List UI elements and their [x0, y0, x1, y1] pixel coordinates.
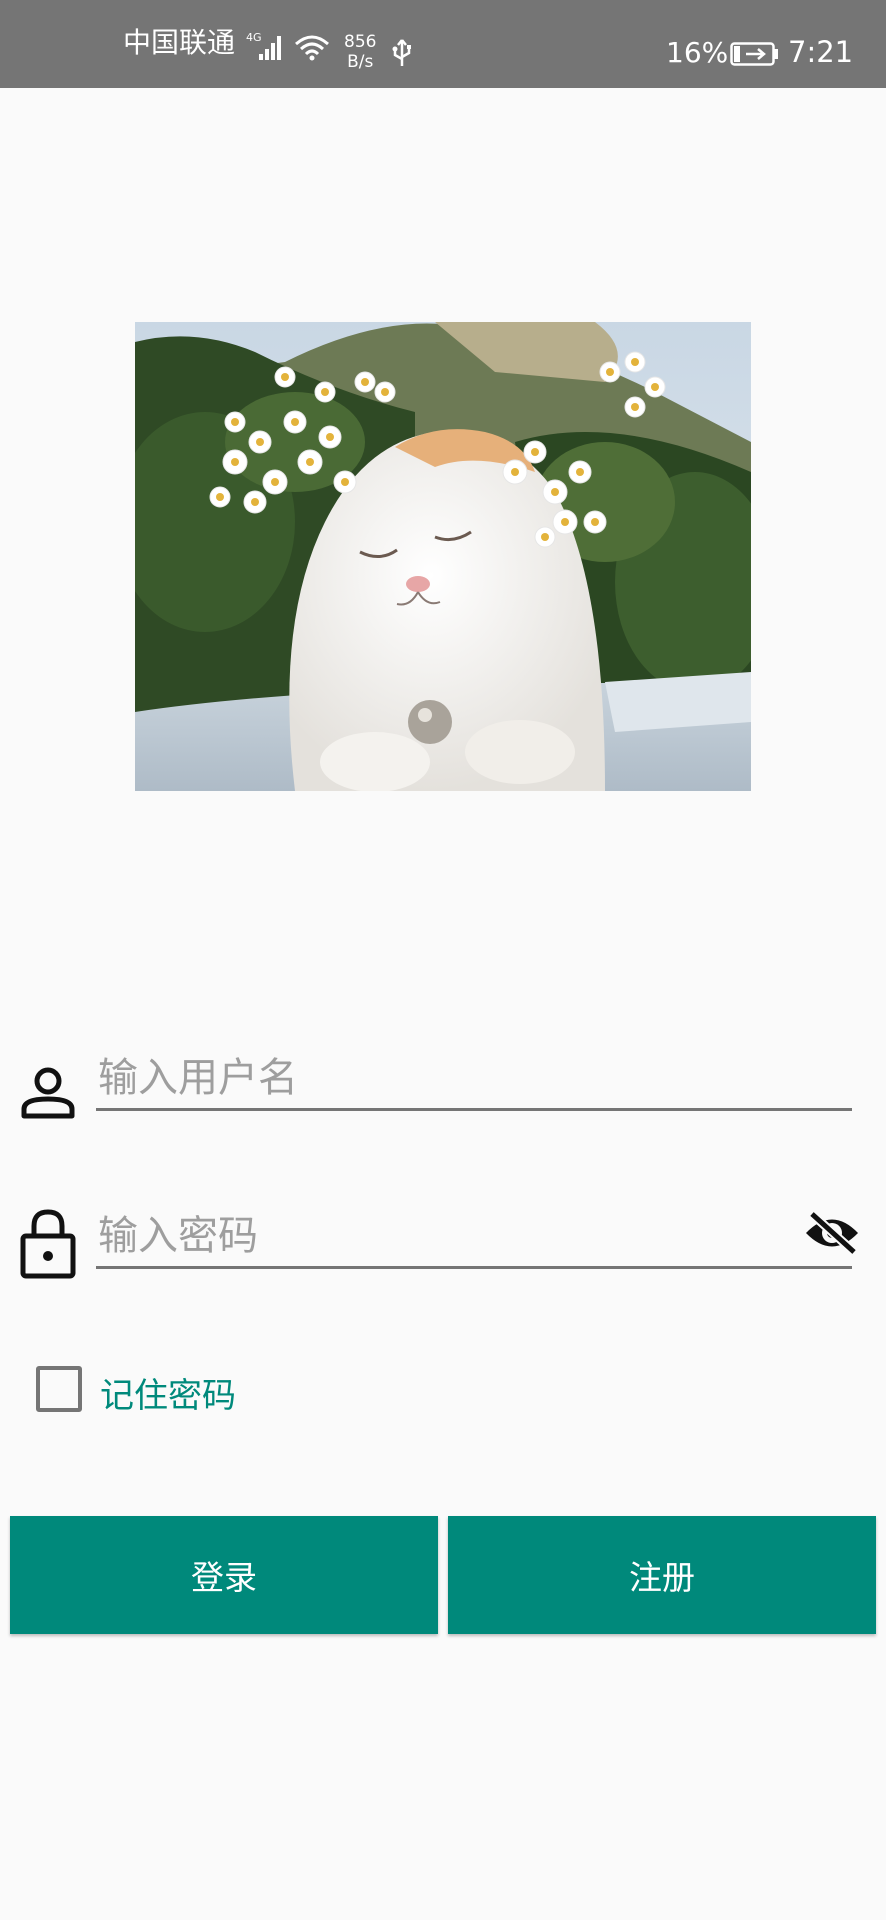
status-bar: 中国联通 4G 856 B/s 16% 7:21 — [0, 0, 886, 88]
username-input[interactable] — [96, 1048, 856, 1108]
network-speed-value: 856 — [344, 32, 377, 52]
remember-password-label[interactable]: 记住密码 — [100, 1368, 236, 1417]
carrier-name: 中国联通 — [123, 26, 236, 59]
network-speed-unit: B/s — [347, 52, 374, 72]
signal-icons: 4G — [246, 30, 340, 64]
usb-icon — [390, 38, 414, 72]
eye-off-icon[interactable] — [804, 1210, 860, 1260]
username-field[interactable] — [96, 1048, 856, 1111]
login-button[interactable]: 登录 — [10, 1516, 438, 1634]
clock: 7:21 — [788, 35, 854, 69]
remember-password-checkbox[interactable] — [36, 1366, 82, 1412]
person-icon — [20, 1064, 76, 1124]
hero-cat-image — [135, 322, 751, 791]
password-field[interactable] — [96, 1206, 852, 1269]
network-speed: 856 B/s — [344, 32, 376, 72]
password-input[interactable] — [96, 1206, 780, 1266]
battery-percentage: 16% — [666, 36, 729, 69]
lock-icon — [20, 1208, 76, 1284]
signal-wifi-icon: 4G — [246, 31, 329, 61]
register-button[interactable]: 注册 — [448, 1516, 876, 1634]
network-type-label: 4G — [246, 31, 262, 44]
battery-charging-icon — [730, 42, 780, 70]
